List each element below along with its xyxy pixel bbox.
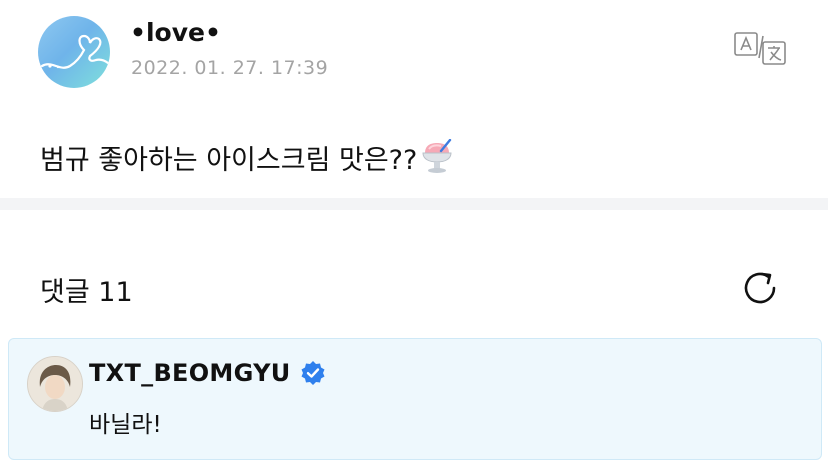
- person-photo-icon: [28, 357, 82, 411]
- post-text: 범규 좋아하는 아이스크림 맛은??: [40, 145, 418, 176]
- section-divider: [0, 198, 828, 210]
- refresh-button[interactable]: [738, 266, 782, 310]
- post-author-name[interactable]: •love•: [130, 18, 221, 47]
- comment-text: 바닐라!: [89, 412, 162, 438]
- avatar[interactable]: [27, 356, 83, 412]
- comments-count-title: 댓글 11: [40, 277, 133, 308]
- heart-doodle-icon: [40, 34, 110, 69]
- translate-button[interactable]: [733, 30, 787, 66]
- comment-author-name[interactable]: TXT_BEOMGYU: [89, 359, 291, 387]
- shaved-ice-icon: [419, 138, 455, 182]
- post-header: •love• 2022. 01. 27. 17:39: [0, 0, 828, 110]
- translate-icon: [734, 32, 786, 65]
- refresh-icon: [744, 272, 776, 304]
- post-body: 범규 좋아하는 아이스크림 맛은??: [40, 138, 455, 182]
- avatar[interactable]: [38, 16, 110, 88]
- post-timestamp: 2022. 01. 27. 17:39: [131, 57, 329, 79]
- verified-badge-icon: [300, 360, 326, 386]
- comment-item[interactable]: TXT_BEOMGYU 바닐라!: [8, 338, 822, 460]
